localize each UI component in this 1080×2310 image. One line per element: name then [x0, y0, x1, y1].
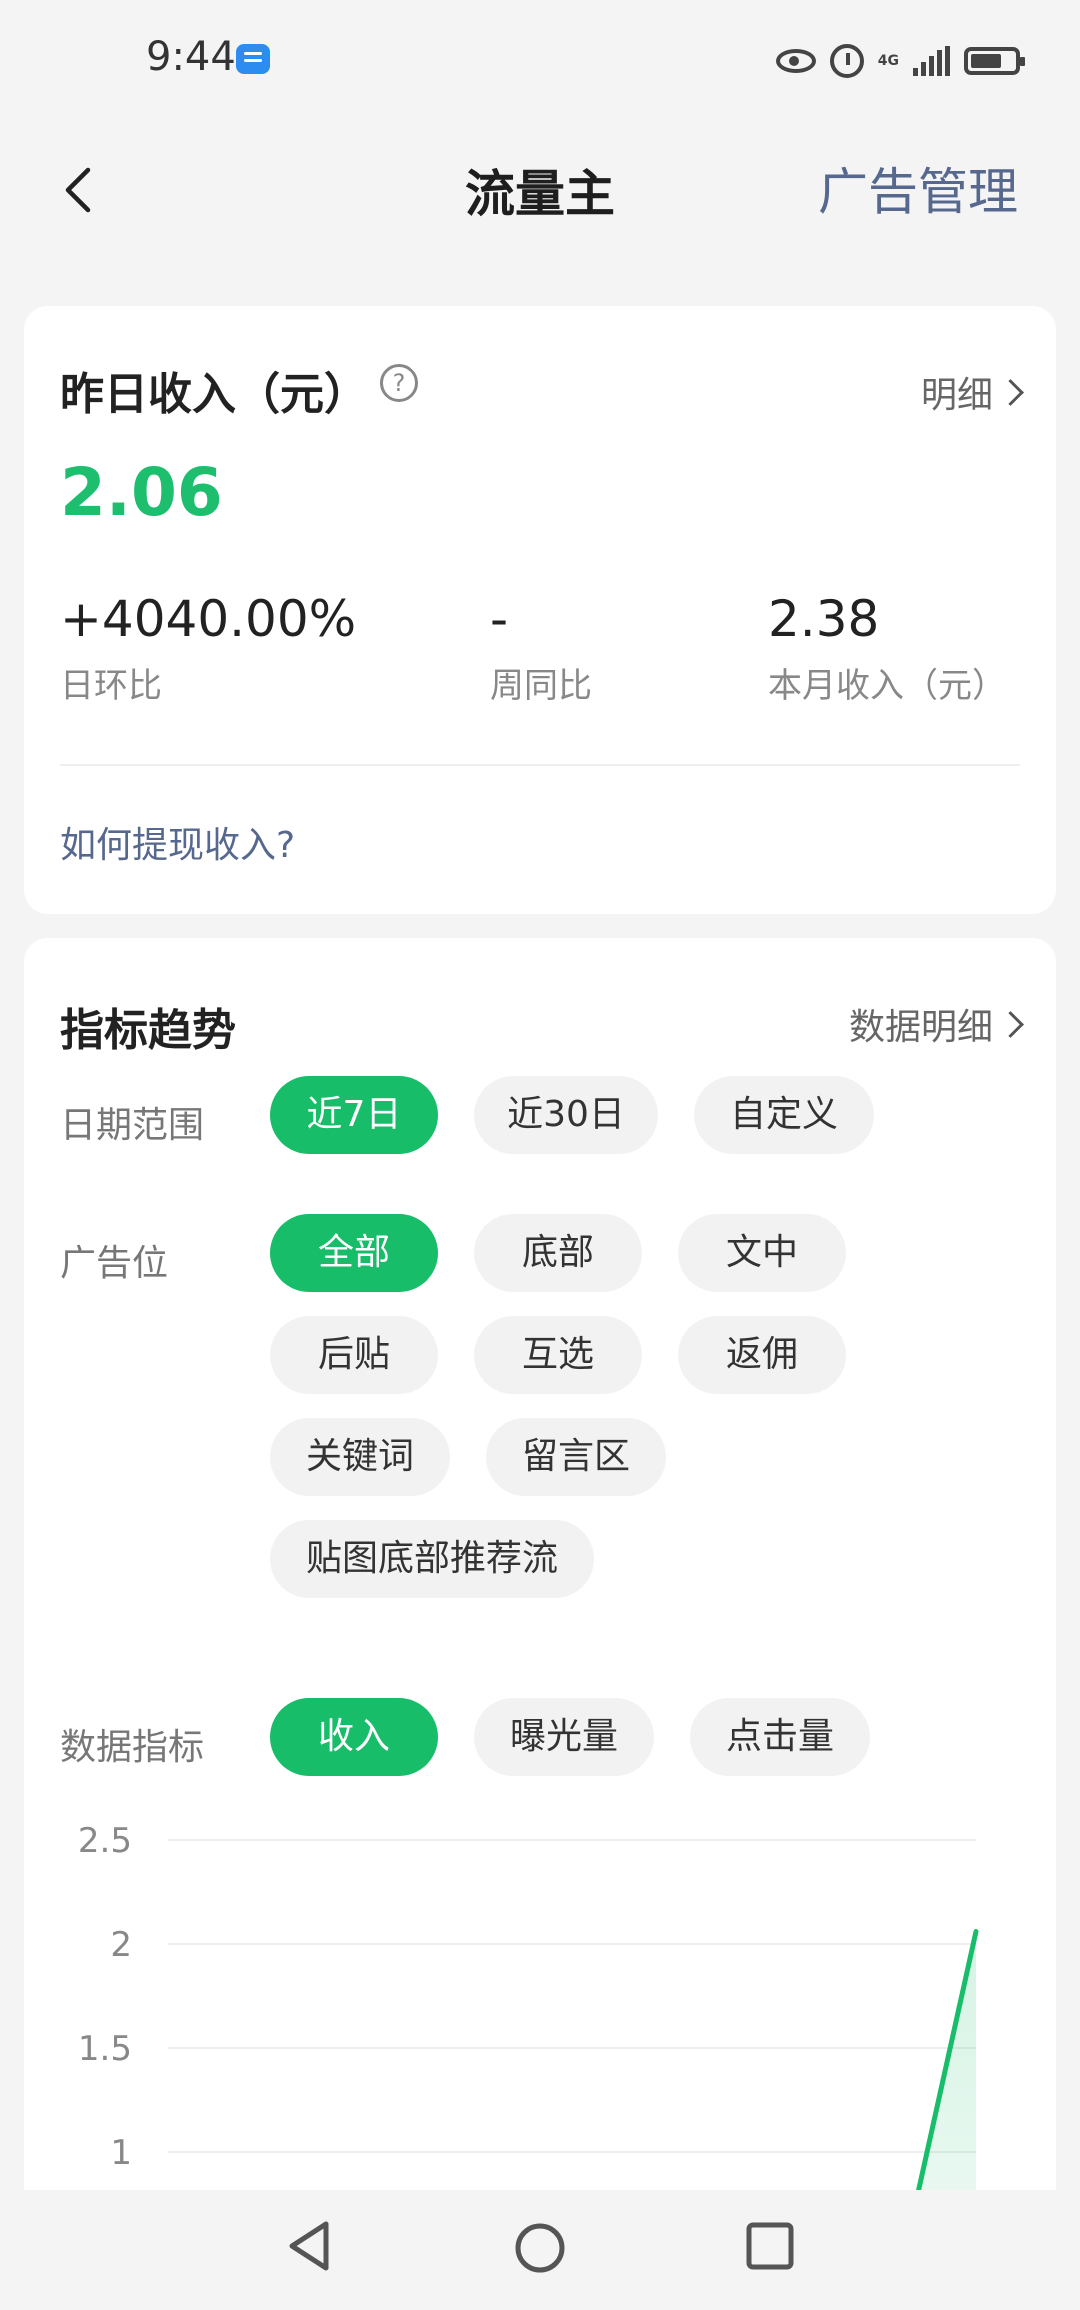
divider	[60, 764, 1020, 766]
y-tick-label: 2	[110, 1925, 132, 1965]
metric-label: 数据指标	[60, 1727, 205, 1768]
message-notification-icon	[236, 44, 270, 74]
chip-slot-bottom[interactable]: 底部	[474, 1214, 642, 1292]
yesterday-income-title: 昨日收入（元）	[60, 369, 368, 420]
stat-label: 本月收入（元）	[768, 666, 1006, 706]
alarm-icon	[829, 44, 864, 78]
status-icons: 4G	[775, 38, 1025, 84]
stat-value: +4040.00%	[60, 590, 357, 648]
data-detail-label: 数据明细	[848, 1007, 993, 1048]
how-to-withdraw-link[interactable]: 如何提现收入?	[60, 816, 295, 868]
data-detail-link[interactable]: 数据明细	[848, 998, 1024, 1050]
chip-date-7d[interactable]: 近7日	[270, 1076, 438, 1154]
trends-title: 指标趋势	[60, 1005, 236, 1056]
chip-metric-clicks[interactable]: 点击量	[690, 1698, 870, 1776]
ad-slot-label: 广告位	[60, 1243, 169, 1284]
stat-week-over-week: - 周同比	[490, 590, 592, 707]
stat-day-over-day: +4040.00% 日环比	[60, 590, 356, 707]
y-tick-label: 1	[110, 2133, 132, 2173]
stat-label: 日环比	[60, 666, 162, 706]
battery-icon	[964, 47, 1025, 75]
system-home-icon[interactable]	[512, 2220, 568, 2276]
chip-slot-all[interactable]: 全部	[270, 1214, 438, 1292]
yesterday-income-value: 2.06	[60, 454, 223, 531]
chevron-right-icon	[997, 378, 1024, 406]
chip-slot-keyword[interactable]: 关键词	[270, 1418, 450, 1496]
top-nav: 流量主 广告管理	[0, 140, 1080, 240]
chip-date-30d[interactable]: 近30日	[474, 1076, 658, 1154]
system-recents-icon[interactable]	[744, 2220, 796, 2272]
trends-card: 指标趋势 数据明细 日期范围 近7日 近30日 自定义 广告位 全部 底部 文中…	[24, 938, 1056, 2310]
chevron-right-icon	[997, 1010, 1024, 1038]
stat-value: 2.38	[768, 590, 880, 648]
chip-slot-in-article[interactable]: 文中	[678, 1214, 846, 1292]
chip-date-custom[interactable]: 自定义	[694, 1076, 874, 1154]
help-icon[interactable]: ?	[380, 364, 418, 402]
y-tick-label: 2.5	[78, 1821, 132, 1861]
network-type-icon: 4G	[877, 53, 899, 69]
status-bar: 9:44 4G	[0, 0, 1080, 120]
chip-slot-commission[interactable]: 返佣	[678, 1316, 846, 1394]
income-detail-label: 明细	[920, 375, 993, 416]
status-time: 9:44	[146, 34, 236, 80]
chip-slot-mutual[interactable]: 互选	[474, 1316, 642, 1394]
chip-metric-impressions[interactable]: 曝光量	[474, 1698, 654, 1776]
y-tick-label: 1.5	[78, 2029, 132, 2069]
stat-value: -	[490, 590, 509, 648]
income-detail-link[interactable]: 明细	[920, 366, 1024, 418]
stat-month-income: 2.38 本月收入（元）	[768, 590, 1006, 707]
eye-comfort-icon	[775, 49, 816, 73]
chip-slot-image-bottom-feed[interactable]: 贴图底部推荐流	[270, 1520, 594, 1598]
signal-icon	[913, 46, 950, 76]
chip-slot-comments[interactable]: 留言区	[486, 1418, 666, 1496]
chip-metric-income[interactable]: 收入	[270, 1698, 438, 1776]
date-range-label: 日期范围	[60, 1105, 205, 1146]
chip-slot-post[interactable]: 后贴	[270, 1316, 438, 1394]
stat-label: 周同比	[490, 666, 592, 706]
ad-management-link[interactable]: 广告管理	[818, 152, 1018, 224]
system-navigation-bar	[0, 2190, 1080, 2310]
income-summary-card: 昨日收入（元） ? 明细 2.06 +4040.00% 日环比 - 周同比 2.…	[24, 306, 1056, 914]
system-back-icon[interactable]	[284, 2216, 334, 2276]
